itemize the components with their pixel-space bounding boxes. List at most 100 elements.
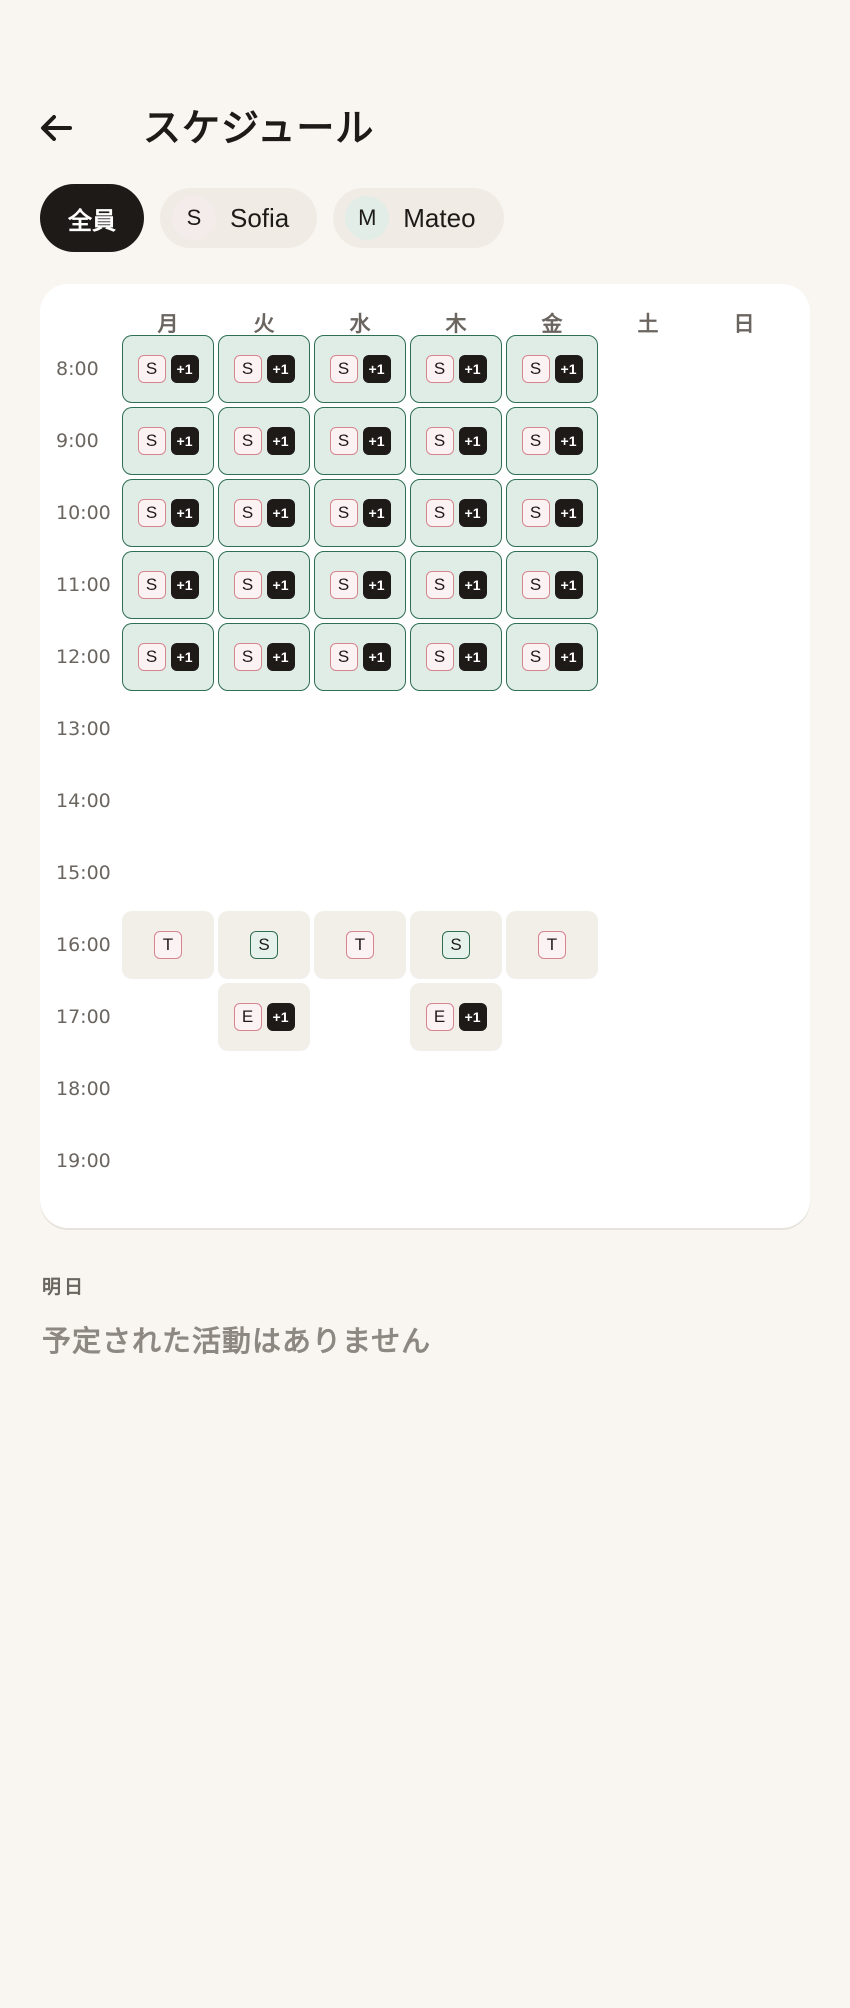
calendar-event[interactable]: S +1 <box>506 623 598 691</box>
calendar-event[interactable]: S +1 <box>314 551 406 619</box>
participant-badge: S <box>425 427 454 455</box>
day-header: 月 <box>157 312 179 336</box>
calendar-event[interactable]: T <box>506 911 598 979</box>
calendar-event[interactable]: E +1 <box>218 983 310 1051</box>
participant-badge: S <box>521 499 550 527</box>
calendar-event[interactable]: S +1 <box>218 335 310 403</box>
member-filter-bar: 全員 S Sofia M Mateo <box>40 184 504 252</box>
more-participants-badge: +1 <box>170 571 199 599</box>
participant-badge: S <box>521 643 550 671</box>
filter-all-chip[interactable]: 全員 <box>40 184 144 252</box>
participant-badge: S <box>442 931 470 959</box>
calendar-event[interactable]: T <box>314 911 406 979</box>
calendar-event[interactable]: S +1 <box>410 551 502 619</box>
more-participants-badge: +1 <box>362 571 391 599</box>
more-participants-badge: +1 <box>170 427 199 455</box>
page-title: スケジュール <box>143 106 375 150</box>
empty-state-message: 予定された活動はありません <box>42 1324 432 1358</box>
participant-badge: T <box>154 931 182 959</box>
more-participants-badge: +1 <box>554 643 583 671</box>
more-participants-badge: +1 <box>362 643 391 671</box>
participant-badge: S <box>250 931 278 959</box>
participant-badge: E <box>233 1003 262 1031</box>
more-participants-badge: +1 <box>554 427 583 455</box>
calendar-event[interactable]: S +1 <box>218 479 310 547</box>
participant-badge: S <box>425 355 454 383</box>
calendar-event[interactable]: S +1 <box>314 479 406 547</box>
more-participants-badge: +1 <box>458 643 487 671</box>
participant-badge: E <box>425 1003 454 1031</box>
participant-badge: S <box>137 427 166 455</box>
day-header: 木 <box>445 312 467 336</box>
avatar: M <box>345 196 390 240</box>
more-participants-badge: +1 <box>266 571 295 599</box>
calendar-event[interactable]: S +1 <box>410 479 502 547</box>
calendar-event[interactable]: S +1 <box>218 623 310 691</box>
back-button[interactable] <box>30 104 82 152</box>
filter-sofia-chip[interactable]: S Sofia <box>160 188 318 248</box>
participant-badge: S <box>329 499 358 527</box>
participant-badge: S <box>137 499 166 527</box>
more-participants-badge: +1 <box>458 355 487 383</box>
calendar-event[interactable]: S +1 <box>506 551 598 619</box>
time-label: 13:00 <box>56 718 111 740</box>
calendar-event[interactable]: S +1 <box>506 407 598 475</box>
more-participants-badge: +1 <box>266 499 295 527</box>
calendar-event[interactable]: S +1 <box>410 407 502 475</box>
calendar-event[interactable]: S +1 <box>122 479 214 547</box>
more-participants-badge: +1 <box>362 499 391 527</box>
time-label: 15:00 <box>56 862 111 884</box>
calendar-event[interactable]: S +1 <box>218 407 310 475</box>
participant-badge: S <box>329 427 358 455</box>
calendar-event[interactable]: S <box>410 911 502 979</box>
more-participants-badge: +1 <box>170 355 199 383</box>
day-header: 日 <box>733 312 755 336</box>
calendar-event[interactable]: S +1 <box>122 551 214 619</box>
participant-badge: S <box>521 355 550 383</box>
participant-badge: S <box>329 355 358 383</box>
day-header: 火 <box>253 312 275 336</box>
calendar-event[interactable]: S +1 <box>506 335 598 403</box>
calendar-event[interactable]: S <box>218 911 310 979</box>
calendar-event[interactable]: S +1 <box>218 551 310 619</box>
more-participants-badge: +1 <box>266 427 295 455</box>
chip-label: Sofia <box>230 202 290 233</box>
more-participants-badge: +1 <box>170 499 199 527</box>
calendar-event[interactable]: S +1 <box>506 479 598 547</box>
calendar-event[interactable]: S +1 <box>314 407 406 475</box>
participant-badge: S <box>329 643 358 671</box>
time-label: 19:00 <box>56 1150 111 1172</box>
calendar-event[interactable]: S +1 <box>314 623 406 691</box>
more-participants-badge: +1 <box>362 355 391 383</box>
arrow-left-icon <box>41 115 72 141</box>
participant-badge: S <box>425 571 454 599</box>
more-participants-badge: +1 <box>266 643 295 671</box>
more-participants-badge: +1 <box>554 571 583 599</box>
calendar-event[interactable]: E +1 <box>410 983 502 1051</box>
calendar-event[interactable]: S +1 <box>122 623 214 691</box>
participant-badge: S <box>137 355 166 383</box>
participant-badge: S <box>233 427 262 455</box>
more-participants-badge: +1 <box>458 571 487 599</box>
calendar-event[interactable]: S +1 <box>314 335 406 403</box>
participant-badge: S <box>233 643 262 671</box>
calendar-event[interactable]: S +1 <box>410 623 502 691</box>
chip-label: Mateo <box>403 202 476 233</box>
participant-badge: S <box>137 571 166 599</box>
calendar-event[interactable]: S +1 <box>410 335 502 403</box>
participant-badge: S <box>329 571 358 599</box>
participant-badge: S <box>233 499 262 527</box>
more-participants-badge: +1 <box>170 643 199 671</box>
participant-badge: S <box>137 643 166 671</box>
calendar-event[interactable]: T <box>122 911 214 979</box>
time-label: 14:00 <box>56 790 111 812</box>
more-participants-badge: +1 <box>458 499 487 527</box>
filter-mateo-chip[interactable]: M Mateo <box>333 188 504 248</box>
tomorrow-heading: 明日 <box>42 1276 87 1298</box>
day-header: 水 <box>349 312 371 336</box>
calendar-event[interactable]: S +1 <box>122 407 214 475</box>
time-label: 18:00 <box>56 1078 111 1100</box>
day-header: 金 <box>541 312 563 336</box>
calendar-event[interactable]: S +1 <box>122 335 214 403</box>
more-participants-badge: +1 <box>554 355 583 383</box>
